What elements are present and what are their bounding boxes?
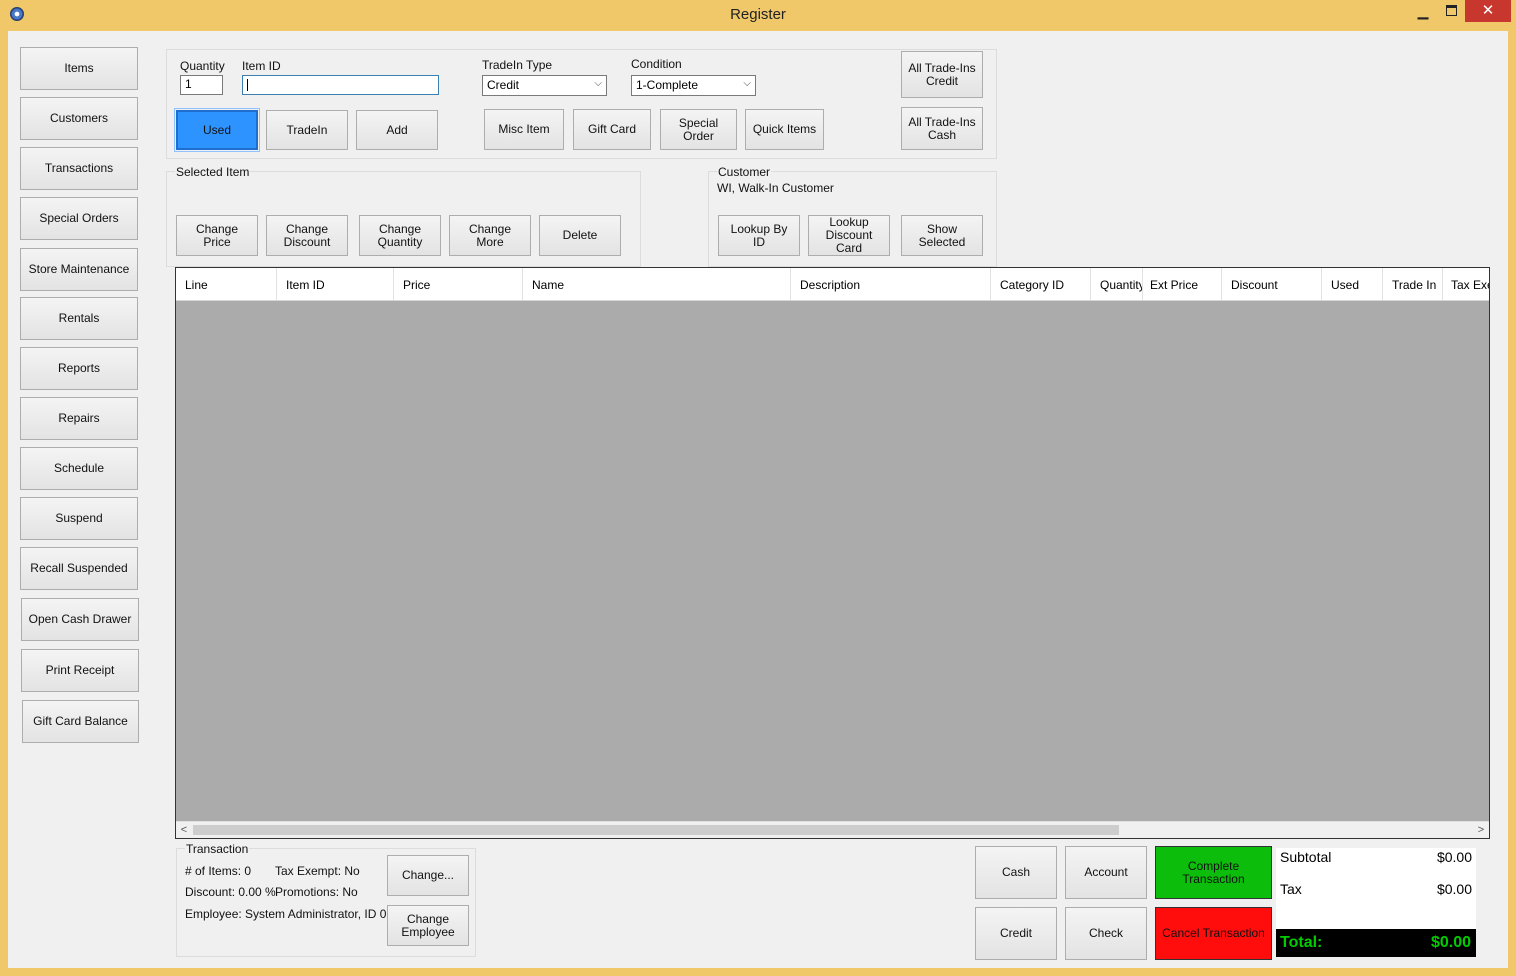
sidebar-item-customers[interactable]: Customers (20, 97, 138, 140)
minimize-icon: ▁ (1417, 3, 1429, 19)
credit-button[interactable]: Credit (975, 907, 1057, 960)
lookup-discount-card-button[interactable]: Lookup Discount Card (808, 215, 890, 256)
grid-header: Line Item ID Price Name Description Cate… (176, 268, 1489, 301)
column-header-name[interactable]: Name (523, 268, 791, 300)
employee-status: Employee: System Administrator, ID 01 (185, 907, 394, 921)
show-selected-button[interactable]: Show Selected (901, 215, 983, 256)
column-header-used[interactable]: Used (1322, 268, 1383, 300)
used-button[interactable]: Used (174, 108, 260, 152)
sidebar-item-schedule[interactable]: Schedule (20, 447, 138, 490)
close-button[interactable]: ✕ (1465, 0, 1511, 22)
change-discount-button[interactable]: Change Discount (266, 215, 348, 256)
total-row: Total: $0.00 (1276, 929, 1476, 957)
sidebar-item-print-receipt[interactable]: Print Receipt (21, 649, 139, 692)
tax-value: $0.00 (1436, 881, 1472, 897)
sidebar-item-repairs[interactable]: Repairs (20, 397, 138, 440)
delete-button[interactable]: Delete (539, 215, 621, 256)
promotions-status: Promotions: No (275, 885, 358, 899)
sidebar-item-suspend[interactable]: Suspend (20, 497, 138, 540)
total-value: $0.00 (1430, 934, 1471, 951)
misc-item-button[interactable]: Misc Item (484, 109, 564, 150)
sidebar-item-rentals[interactable]: Rentals (20, 297, 138, 340)
tradein-type-label: TradeIn Type (482, 58, 553, 72)
change-employee-button[interactable]: Change Employee (387, 905, 469, 946)
sidebar-item-items[interactable]: Items (20, 47, 138, 90)
check-button[interactable]: Check (1065, 907, 1147, 960)
column-header-category-id[interactable]: Category ID (991, 268, 1091, 300)
maximize-icon (1445, 5, 1457, 17)
all-tradeins-credit-button[interactable]: All Trade-Ins Credit (901, 51, 983, 98)
column-header-tax-exempt[interactable]: Tax Exe (1442, 268, 1489, 300)
subtotal-value: $0.00 (1436, 849, 1472, 865)
discount-status: Discount: 0.00 % (185, 885, 276, 899)
transaction-title: Transaction (185, 842, 250, 856)
scrollbar-thumb[interactable] (193, 825, 1119, 835)
all-tradeins-cash-button[interactable]: All Trade-Ins Cash (901, 107, 983, 150)
change-quantity-button[interactable]: Change Quantity (359, 215, 441, 256)
chevron-down-icon: ⌵ (743, 78, 751, 89)
chevron-down-icon: ⌵ (594, 78, 602, 89)
horizontal-scrollbar[interactable]: < > (176, 821, 1489, 838)
sidebar-item-open-cash-drawer[interactable]: Open Cash Drawer (21, 598, 139, 641)
item-id-label: Item ID (242, 59, 281, 73)
tradein-type-select[interactable]: Credit ⌵ (482, 75, 607, 96)
change-more-button[interactable]: Change More (449, 215, 531, 256)
column-header-ext-price[interactable]: Ext Price (1142, 268, 1222, 300)
special-order-button[interactable]: Special Order (660, 109, 737, 150)
cash-button[interactable]: Cash (975, 846, 1057, 899)
customer-name: WI, Walk-In Customer (717, 181, 834, 195)
column-header-line[interactable]: Line (176, 268, 277, 300)
change-transaction-button[interactable]: Change... (387, 855, 469, 896)
sidebar-item-store-maintenance[interactable]: Store Maintenance (20, 248, 138, 291)
sidebar-item-special-orders[interactable]: Special Orders (20, 197, 138, 240)
lookup-by-id-button[interactable]: Lookup By ID (718, 215, 800, 256)
quantity-input[interactable]: 1 (180, 75, 223, 95)
tax-label: Tax (1280, 881, 1302, 897)
scroll-right-icon[interactable]: > (1473, 822, 1489, 838)
column-header-discount[interactable]: Discount (1222, 268, 1322, 300)
cancel-transaction-button[interactable]: Cancel Transaction (1155, 907, 1272, 960)
minimize-button[interactable]: ▁ (1408, 0, 1438, 22)
condition-label: Condition (631, 57, 682, 71)
maximize-button[interactable] (1438, 0, 1464, 22)
tax-row: Tax $0.00 (1280, 881, 1472, 897)
customer-title: Customer (717, 165, 772, 179)
sidebar-item-recall-suspended[interactable]: Recall Suspended (20, 547, 138, 590)
column-header-quantity[interactable]: Quantity (1091, 268, 1143, 300)
totals-panel: Subtotal $0.00 Tax $0.00 Total: $0.00 (1276, 848, 1476, 957)
column-header-trade-in[interactable]: Trade In (1383, 268, 1443, 300)
column-header-price[interactable]: Price (394, 268, 523, 300)
gift-card-button[interactable]: Gift Card (573, 109, 651, 150)
tax-exempt-status: Tax Exempt: No (275, 864, 360, 878)
sidebar-item-gift-card-balance[interactable]: Gift Card Balance (22, 700, 139, 743)
quantity-label: Quantity (180, 59, 225, 73)
sidebar-item-reports[interactable]: Reports (20, 347, 138, 390)
quick-items-button[interactable]: Quick Items (745, 109, 824, 150)
subtotal-row: Subtotal $0.00 (1280, 849, 1472, 865)
selected-item-title: Selected Item (175, 165, 251, 179)
item-id-input[interactable] (242, 75, 439, 95)
register-window: Items Customers Transactions Special Ord… (8, 31, 1508, 968)
window-title: Register (730, 6, 786, 23)
condition-select[interactable]: 1-Complete ⌵ (631, 75, 756, 96)
title-bar: Register ▁ ✕ (0, 0, 1516, 30)
total-label: Total: (1280, 934, 1323, 951)
add-button[interactable]: Add (356, 110, 438, 150)
column-header-description[interactable]: Description (791, 268, 991, 300)
account-button[interactable]: Account (1065, 846, 1147, 899)
sidebar-item-transactions[interactable]: Transactions (20, 147, 138, 190)
complete-transaction-button[interactable]: Complete Transaction (1155, 846, 1272, 899)
subtotal-label: Subtotal (1280, 849, 1332, 865)
scroll-left-icon[interactable]: < (176, 822, 192, 838)
tradein-button[interactable]: TradeIn (266, 110, 348, 150)
text-caret (247, 78, 248, 91)
change-price-button[interactable]: Change Price (176, 215, 258, 256)
items-count: # of Items: 0 (185, 864, 252, 878)
close-icon: ✕ (1481, 2, 1495, 19)
column-header-item-id[interactable]: Item ID (277, 268, 394, 300)
items-grid[interactable]: Line Item ID Price Name Description Cate… (175, 267, 1490, 839)
